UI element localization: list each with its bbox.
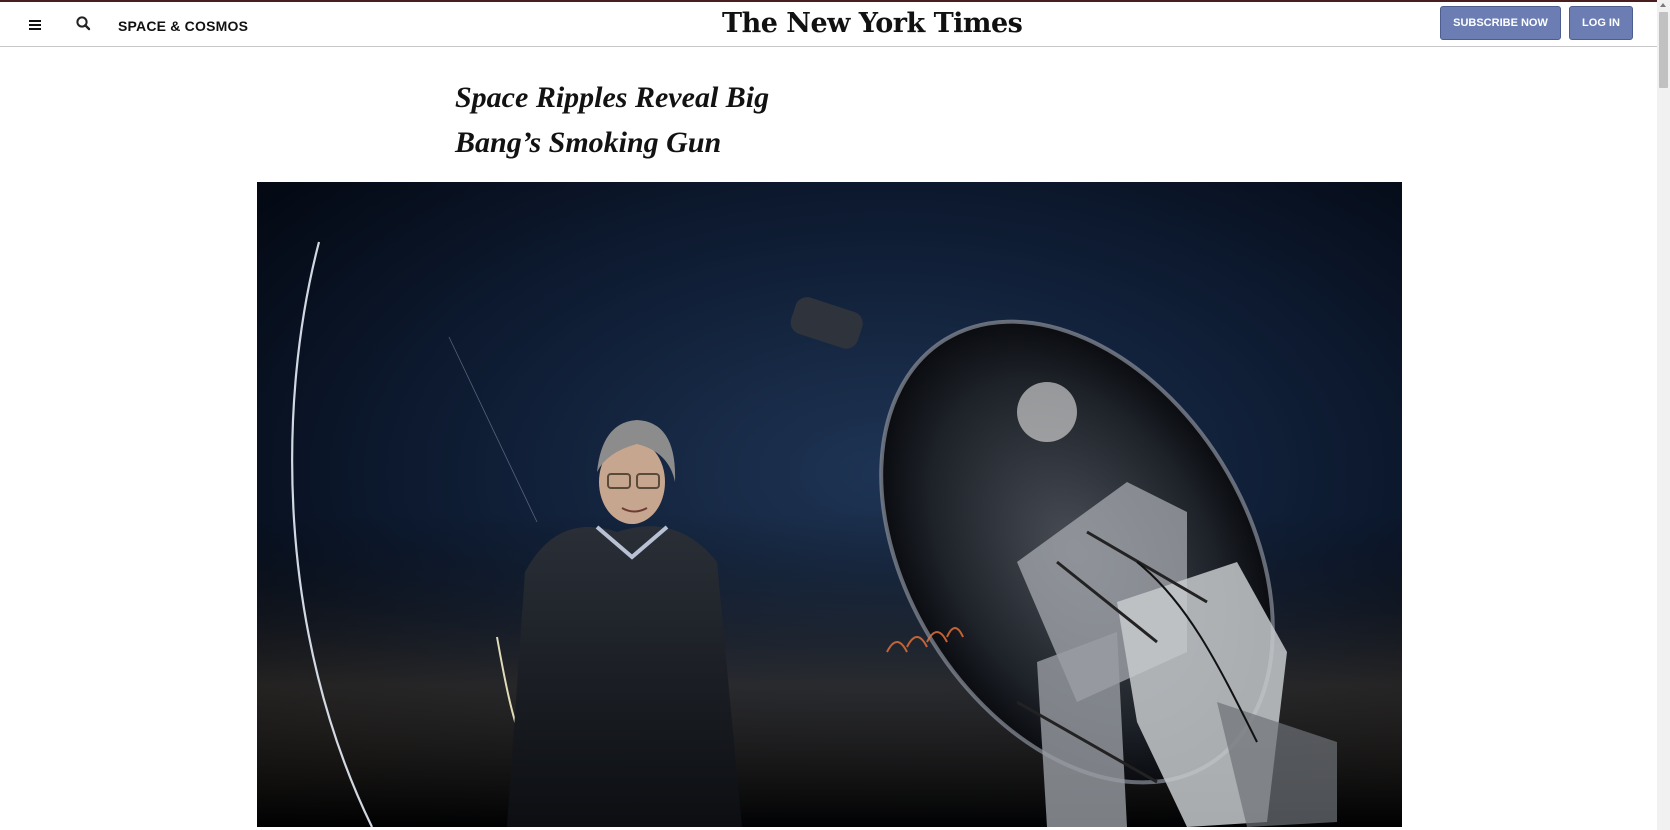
search-icon bbox=[76, 16, 91, 31]
article-headline: Space Ripples Reveal Big Bang’s Smoking … bbox=[455, 81, 770, 159]
login-button[interactable]: LOG IN bbox=[1569, 6, 1633, 40]
search-button[interactable] bbox=[74, 14, 94, 34]
telescope-scientist-photo bbox=[257, 182, 1402, 827]
subscribe-button[interactable]: SUBSCRIBE NOW bbox=[1440, 6, 1561, 40]
scrollbar-thumb[interactable] bbox=[1659, 12, 1668, 88]
masthead: SPACE & COSMOS The New York Times SUBSCR… bbox=[0, 2, 1657, 47]
nyt-logo[interactable]: The New York Times bbox=[722, 8, 1023, 39]
page-scrollbar[interactable] bbox=[1657, 0, 1670, 830]
hamburger-menu-icon bbox=[29, 20, 41, 30]
section-link[interactable]: SPACE & COSMOS bbox=[118, 18, 248, 34]
menu-button[interactable] bbox=[24, 14, 46, 36]
scroll-up-arrow-icon[interactable] bbox=[1660, 3, 1666, 7]
article-lead-photo bbox=[257, 182, 1402, 827]
